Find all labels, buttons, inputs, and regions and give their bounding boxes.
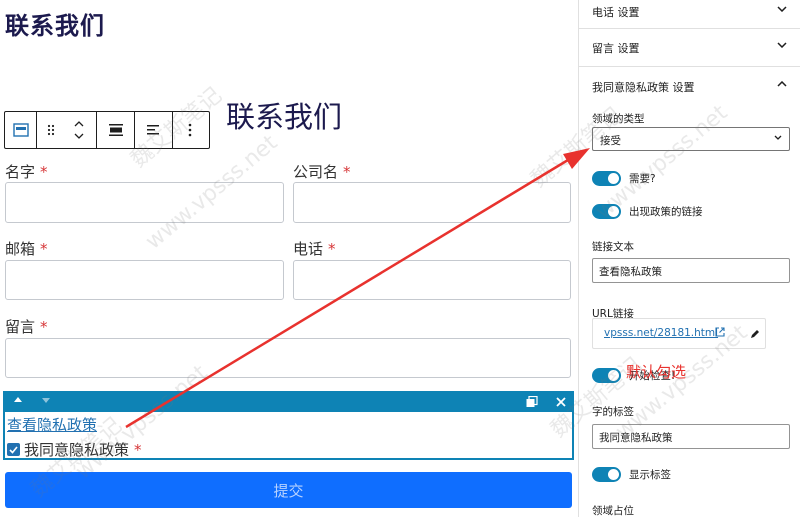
move-down-icon[interactable] bbox=[42, 398, 50, 403]
name-label: 名字 * bbox=[5, 163, 48, 181]
chevron-down-icon bbox=[774, 135, 782, 140]
show-label-toggle[interactable] bbox=[592, 467, 621, 482]
link-text-label: 链接文本 bbox=[592, 241, 634, 253]
check-icon bbox=[9, 445, 18, 454]
url-link[interactable]: vpsss.net/28181.html bbox=[604, 327, 718, 339]
chevron-up-icon bbox=[777, 81, 787, 87]
show-label-toggle-row[interactable]: 显示标签 bbox=[592, 467, 671, 482]
panel-message-settings[interactable]: 留言 设置 bbox=[579, 29, 800, 67]
name-input[interactable] bbox=[5, 182, 284, 223]
phone-label: 电话 * bbox=[293, 240, 336, 258]
placeholder-label: 领域占位 bbox=[592, 505, 634, 517]
company-input[interactable] bbox=[293, 182, 571, 223]
form-title: 联系我们 bbox=[226, 100, 343, 134]
company-label: 公司名 * bbox=[293, 163, 351, 181]
consent-checkbox[interactable] bbox=[7, 443, 20, 456]
link-text-input[interactable]: 查看隐私政策 bbox=[592, 258, 790, 283]
annotation-note: 默认勾选 bbox=[626, 363, 687, 381]
page-title: 联系我们 bbox=[5, 12, 105, 40]
duplicate-icon[interactable] bbox=[526, 396, 538, 408]
settings-sidebar: 电话 设置 留言 设置 我同意隐私政策 设置 领域的类型 接受 需要? 出现政策… bbox=[578, 0, 800, 517]
phone-input[interactable] bbox=[293, 260, 571, 300]
message-label: 留言 * bbox=[5, 318, 48, 336]
edit-pencil-icon[interactable] bbox=[750, 329, 760, 339]
email-label: 邮箱 * bbox=[5, 240, 48, 258]
drag-handle-icon[interactable] bbox=[37, 112, 65, 148]
move-up-down-icon[interactable] bbox=[65, 112, 93, 148]
email-input[interactable] bbox=[5, 260, 284, 300]
chevron-down-icon bbox=[777, 6, 787, 12]
block-type-icon[interactable] bbox=[5, 112, 36, 148]
block-control-bar bbox=[5, 393, 572, 412]
chevron-down-icon bbox=[777, 42, 787, 48]
message-input[interactable] bbox=[5, 338, 571, 378]
move-up-icon[interactable] bbox=[14, 397, 22, 402]
panel-consent-settings[interactable]: 我同意隐私政策 设置 bbox=[579, 68, 800, 106]
panel-phone-settings[interactable]: 电话 设置 bbox=[579, 0, 800, 29]
